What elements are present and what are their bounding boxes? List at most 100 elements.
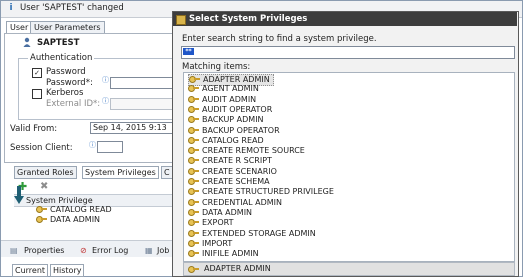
arrow-down-icon bbox=[14, 186, 24, 204]
privilege-list-item[interactable]: EXPORT bbox=[188, 218, 234, 228]
info-icon: ⓘ bbox=[89, 141, 96, 149]
password-label: Password bbox=[46, 67, 86, 77]
privilege-list-item-label: CREATE SCENARIO bbox=[202, 166, 277, 176]
key-icon bbox=[188, 126, 199, 134]
granted-item[interactable]: DATA ADMIN bbox=[36, 215, 100, 225]
key-icon bbox=[188, 229, 199, 237]
privilege-list-item-label: CREATE REMOTE SOURCE bbox=[202, 146, 305, 156]
key-icon bbox=[188, 116, 199, 124]
kerberos-checkbox[interactable] bbox=[32, 89, 42, 99]
info-icon: i bbox=[9, 3, 13, 13]
key-icon bbox=[188, 198, 199, 206]
tab-current[interactable]: Current bbox=[12, 264, 49, 277]
privilege-list-item-label: CREATE SCHEMA bbox=[202, 177, 270, 186]
tab-system-privileges[interactable]: System Privileges bbox=[82, 166, 159, 179]
key-icon bbox=[188, 167, 199, 175]
privilege-list-item[interactable]: BACKUP ADMIN bbox=[188, 115, 264, 125]
selected-item-status: ADAPTER ADMIN bbox=[183, 262, 515, 276]
password-checkbox[interactable]: ✓ bbox=[32, 68, 42, 78]
session-client-label: Session Client: bbox=[10, 143, 73, 153]
privilege-list-item[interactable]: CATALOG READ bbox=[188, 136, 264, 146]
dialog-icon bbox=[176, 15, 186, 25]
remove-privilege-icon[interactable]: ✖ bbox=[40, 181, 48, 192]
privilege-list-item[interactable]: AGENT ADMIN bbox=[188, 84, 259, 94]
tab-granted-roles[interactable]: Granted Roles bbox=[14, 166, 77, 179]
privilege-list-item-label: AGENT ADMIN bbox=[202, 84, 259, 94]
privilege-list-item[interactable]: IMPORT bbox=[188, 239, 232, 249]
privilege-list-item-label: CREATE STRUCTURED PRIVILEGE bbox=[202, 187, 334, 197]
session-client-field[interactable] bbox=[97, 141, 123, 153]
info-icon: ⓘ bbox=[102, 76, 109, 84]
privilege-list-item-label: BACKUP OPERATOR bbox=[202, 125, 280, 135]
privilege-list-item[interactable]: EXTENDED STORAGE ADMIN bbox=[188, 229, 316, 239]
key-icon bbox=[188, 219, 199, 227]
privilege-list-item-label: AUDIT ADMIN bbox=[202, 94, 257, 104]
privilege-list-item[interactable]: CREATE SCHEMA bbox=[188, 177, 270, 187]
dialog-title-bar[interactable]: Select System Privileges bbox=[173, 12, 517, 26]
tab-properties[interactable]: Properties bbox=[24, 246, 64, 255]
key-icon bbox=[188, 85, 199, 93]
key-icon bbox=[189, 76, 200, 83]
granted-item[interactable]: CATALOG READ bbox=[36, 205, 112, 215]
key-icon bbox=[188, 250, 199, 258]
privilege-list-item[interactable]: CREATE STRUCTURED PRIVILEGE bbox=[188, 187, 334, 197]
external-id-label: External ID*: bbox=[46, 99, 101, 109]
kerberos-label: Kerberos bbox=[46, 88, 84, 98]
privilege-list-item[interactable]: CREATE REMOTE SOURCE bbox=[188, 146, 305, 156]
dialog-prompt: Enter search string to find a system pri… bbox=[182, 34, 377, 44]
tab-job[interactable]: Job bbox=[157, 246, 169, 255]
privilege-search-input[interactable]: ** bbox=[181, 46, 515, 59]
key-icon bbox=[188, 157, 199, 165]
privilege-list-item[interactable]: BACKUP OPERATOR bbox=[188, 126, 280, 136]
info-icon: ⓘ bbox=[102, 97, 109, 105]
privilege-list-item-label: AUDIT OPERATOR bbox=[202, 104, 273, 114]
tab-more[interactable]: C bbox=[161, 166, 173, 179]
privilege-list-item-label: BACKUP ADMIN bbox=[202, 115, 264, 125]
granted-item-label: DATA ADMIN bbox=[50, 215, 101, 224]
privilege-list-item[interactable]: INIFILE ADMIN bbox=[188, 249, 259, 259]
privilege-list-item[interactable]: AUDIT ADMIN bbox=[188, 95, 256, 105]
key-icon bbox=[36, 206, 47, 213]
key-icon bbox=[188, 239, 199, 247]
authentication-label: Authentication bbox=[28, 53, 95, 63]
privilege-list-item-label: CATALOG READ bbox=[202, 135, 264, 145]
key-icon bbox=[188, 136, 199, 144]
user-name-title: SAPTEST bbox=[37, 38, 80, 48]
privilege-list-item[interactable]: CREDENTIAL ADMIN bbox=[188, 198, 282, 208]
privilege-list-item-label: EXPORT bbox=[202, 218, 234, 228]
privilege-list-item-label: CREATE R SCRIPT bbox=[202, 156, 272, 166]
key-icon bbox=[188, 266, 199, 273]
password-field-label: Password*: bbox=[46, 78, 93, 88]
search-wildcard: ** bbox=[183, 48, 194, 55]
key-icon bbox=[188, 178, 199, 185]
privilege-list-item-label: CREDENTIAL ADMIN bbox=[202, 197, 282, 207]
privilege-list-item-label: DATA ADMIN bbox=[202, 207, 253, 217]
external-id-field[interactable] bbox=[110, 98, 176, 110]
privilege-list-item[interactable]: DATA ADMIN bbox=[188, 208, 252, 218]
key-icon bbox=[188, 105, 199, 113]
properties-icon: ▤ bbox=[10, 246, 18, 255]
privilege-list-item-label: EXTENDED STORAGE ADMIN bbox=[202, 228, 316, 238]
dialog-title: Select System Privileges bbox=[189, 14, 308, 24]
privilege-list-item-label: INIFILE ADMIN bbox=[202, 249, 259, 259]
key-icon bbox=[188, 208, 199, 216]
job-icon: ▦ bbox=[145, 246, 153, 255]
matching-items-list[interactable]: ADAPTER ADMIN AGENT ADMIN AUDIT ADMIN AUDIT… bbox=[183, 72, 515, 262]
privilege-list-item[interactable]: CREATE SCENARIO bbox=[188, 167, 277, 177]
notification-text: User 'SAPTEST' changed bbox=[20, 3, 124, 13]
key-icon bbox=[36, 216, 47, 223]
tab-history[interactable]: History bbox=[50, 264, 85, 277]
selected-item-text: ADAPTER ADMIN bbox=[204, 264, 271, 273]
user-icon bbox=[23, 37, 31, 47]
privilege-list-item-label: IMPORT bbox=[202, 238, 233, 248]
password-field[interactable] bbox=[110, 77, 176, 89]
error-log-icon: ⊘ bbox=[80, 246, 87, 255]
privilege-list-item[interactable]: AUDIT OPERATOR bbox=[188, 105, 272, 115]
key-icon bbox=[188, 188, 199, 196]
valid-from-label: Valid From: bbox=[10, 124, 58, 134]
granted-item-label: CATALOG READ bbox=[50, 205, 112, 214]
privilege-list-item[interactable]: CREATE R SCRIPT bbox=[188, 156, 272, 166]
tab-error-log[interactable]: Error Log bbox=[92, 246, 128, 255]
valid-from-field[interactable]: Sep 14, 2015 9:13 bbox=[90, 122, 178, 134]
matching-items-label: Matching items: bbox=[182, 62, 251, 72]
